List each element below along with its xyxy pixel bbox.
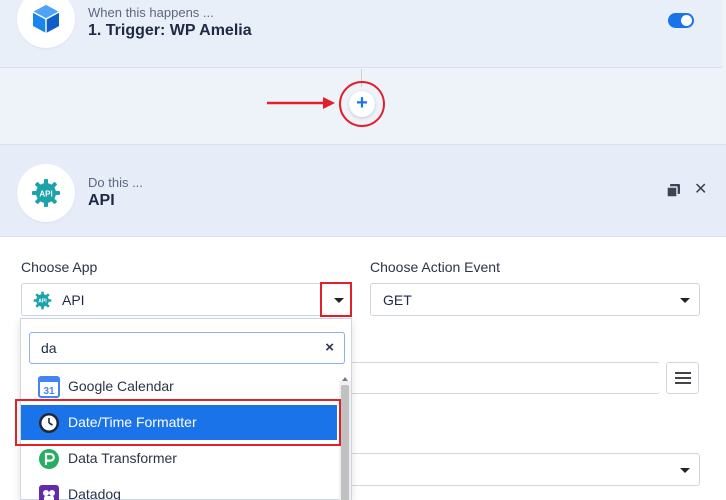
app-option-label: Datadog	[68, 486, 121, 500]
app-option-label: Google Calendar	[68, 378, 174, 394]
copy-icon[interactable]	[666, 183, 681, 198]
trigger-enabled-toggle[interactable]	[668, 13, 694, 28]
action-eyebrow: Do this ...	[88, 175, 143, 190]
svg-text:API: API	[38, 299, 47, 305]
annotation-arrow-icon	[267, 97, 335, 109]
choose-app-label: Choose App	[21, 259, 98, 275]
data-transformer-icon	[39, 449, 59, 469]
google-calendar-icon: 31	[38, 376, 60, 398]
plus-icon: +	[356, 92, 368, 114]
svg-text:API: API	[39, 190, 52, 199]
scrollbar-thumb[interactable]	[341, 385, 349, 500]
hidden-field-select[interactable]	[340, 453, 700, 486]
datadog-icon	[39, 485, 59, 500]
annotation-highlight-box	[320, 282, 352, 317]
choose-app-value: API	[62, 292, 85, 308]
svg-text:31: 31	[43, 386, 55, 397]
trigger-card[interactable]: When this happens ... 1. Trigger: WP Ame…	[0, 0, 722, 68]
step-connector: +	[0, 69, 726, 144]
trigger-eyebrow: When this happens ...	[88, 5, 214, 20]
chevron-down-icon[interactable]	[680, 298, 690, 303]
app-option-data-transformer[interactable]: Data Transformer	[21, 441, 337, 476]
api-gear-icon: API	[33, 291, 52, 310]
choose-event-select[interactable]: GET	[370, 283, 700, 316]
annotation-highlight-box	[15, 399, 341, 446]
app-search-input[interactable]: da ×	[29, 332, 345, 364]
choose-event-value: GET	[383, 292, 412, 308]
trigger-app-logo	[17, 0, 75, 48]
action-title: API	[88, 192, 115, 209]
choose-app-select[interactable]: API API	[21, 283, 352, 316]
add-step-button[interactable]: +	[349, 91, 375, 117]
menu-icon[interactable]	[666, 362, 699, 394]
choose-event-label: Choose Action Event	[370, 259, 500, 275]
app-option-datadog[interactable]: Datadog	[21, 477, 337, 500]
close-icon[interactable]: ✕	[694, 179, 707, 199]
hidden-field-input[interactable]	[340, 362, 660, 394]
app-search-value: da	[41, 340, 57, 356]
chevron-down-icon[interactable]	[680, 468, 690, 473]
action-card[interactable]: API Do this ... API ✕	[0, 144, 726, 237]
action-app-logo: API	[17, 164, 75, 222]
clear-icon[interactable]: ×	[325, 339, 334, 356]
app-option-label: Data Transformer	[68, 450, 177, 466]
api-gear-icon: API	[32, 179, 60, 207]
wp-amelia-logo-icon	[32, 5, 60, 33]
trigger-title: 1. Trigger: WP Amelia	[88, 22, 252, 39]
